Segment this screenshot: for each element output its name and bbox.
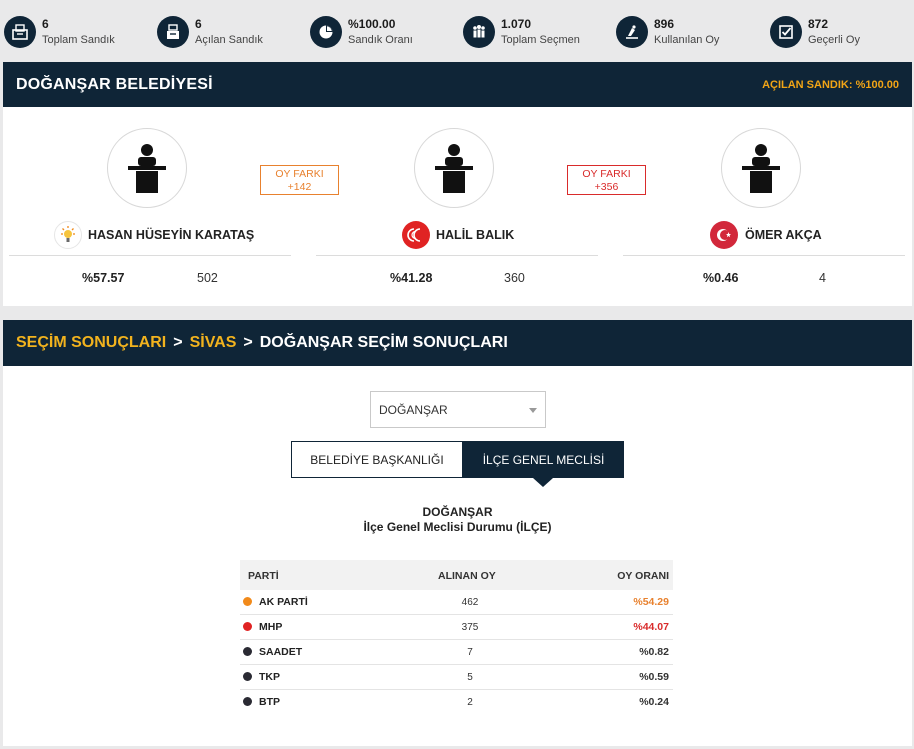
party-votes: 375 [461,622,479,633]
breadcrumb-current-page: DOĞANŞAR SEÇİM SONUÇLARI [259,334,508,351]
party-logo-icon [402,221,430,249]
tab-district-council[interactable]: İLÇE GENEL MECLİSİ [463,441,624,487]
tab-label: BELEDİYE BAŞKANLIĞI [310,452,444,467]
district-select-value: DOĞANŞAR [379,403,448,417]
results-table: PARTİ ALINAN OY OY ORANI AK PARTİ 462 %54.… [240,560,673,715]
divider [9,255,291,256]
stat-label: Geçerli Oy [808,34,860,46]
candidate-name: HASAN HÜSEYİN KARATAŞ [88,228,255,242]
active-tab-indicator [533,478,553,487]
party-color-dot [243,672,252,681]
breadcrumb-link-province[interactable]: SİVAS [190,334,237,351]
candidate-name: ÖMER AKÇA [745,228,822,242]
stat-label: Toplam Seçmen [501,34,580,46]
people-icon [463,16,495,48]
breadcrumb-separator: > [173,334,183,351]
party-color-dot [243,647,252,656]
candidate-card[interactable]: HASAN HÜSEYİN KARATAŞ %57.57 502 [9,107,291,306]
candidate-percent: %57.57 [82,271,125,285]
opened-ratio-label: AÇILAN SANDIK: %100.00 [762,79,899,91]
party-votes: 2 [467,697,473,708]
party-color-dot [243,697,252,706]
party-logo-icon [710,221,738,249]
municipality-header: DOĞANŞAR BELEDİYESİ AÇILAN SANDIK: %100.… [3,62,912,107]
candidate-votes: 360 [504,271,525,285]
results-title: DOĞANŞAR [422,505,493,519]
divider [316,255,598,256]
stat-label: Toplam Sandık [42,34,115,46]
candidate-avatar-icon [107,128,187,208]
table-row: SAADET 7 %0.82 [240,640,673,665]
pie-chart-icon [310,16,342,48]
party-votes: 7 [467,647,473,658]
party-ratio: %0.24 [639,696,669,708]
candidate-votes: 502 [197,271,218,285]
party-logo-icon [54,221,82,249]
column-header-ratio: OY ORANI [617,570,669,582]
party-votes: 5 [467,672,473,683]
candidate-avatar-icon [721,128,801,208]
table-row: MHP 375 %44.07 [240,615,673,640]
breadcrumb: SEÇİM SONUÇLARI > SİVAS > DOĞANŞAR SEÇİM SON… [3,320,912,366]
divider [623,255,905,256]
candidate-card[interactable]: ÖMER AKÇA %0.46 4 [623,107,905,306]
results-subtitle: İlçe Genel Meclisi Durumu (İLÇE) [363,520,552,534]
party-votes: 462 [461,597,479,608]
table-row: TKP 5 %0.59 [240,665,673,690]
district-select[interactable]: DOĞANŞAR [370,391,546,428]
candidate-name: HALİL BALIK [436,228,515,242]
candidate-votes: 4 [819,271,826,285]
party-ratio: %44.07 [633,621,669,633]
check-square-icon [770,16,802,48]
party-name: AK PARTİ [259,596,308,608]
stat-label: Kullanılan Oy [654,34,720,46]
summary-stats-bar: 6 Toplam Sandık 6 Açılan Sandık %100.00 … [0,0,914,60]
party-name: BTP [259,696,280,708]
party-name: SAADET [259,646,303,658]
party-color-dot [243,622,252,631]
stat-label: Sandık Oranı [348,34,413,46]
party-ratio: %0.59 [639,671,669,683]
candidate-percent: %41.28 [390,271,433,285]
ballot-box-icon [4,16,36,48]
open-ballot-box-icon [157,16,189,48]
stat-value: %100.00 [348,17,396,31]
vote-cast-icon [616,16,648,48]
party-name: MHP [259,621,283,633]
stat-value: 896 [654,17,675,31]
party-name: TKP [259,671,280,683]
stat-value: 6 [195,17,202,31]
result-tabs: BELEDİYE BAŞKANLIĞI İLÇE GENEL MECLİSİ [291,441,624,487]
party-ratio: %0.82 [639,646,669,658]
party-color-dot [243,597,252,606]
column-header-party: PARTİ [248,570,279,582]
stat-value: 1.070 [501,17,532,31]
breadcrumb-separator: > [243,334,253,351]
stat-value: 872 [808,17,829,31]
candidate-avatar-icon [414,128,494,208]
tab-mayoralty[interactable]: BELEDİYE BAŞKANLIĞI [291,441,463,478]
breadcrumb-link-election-results[interactable]: SEÇİM SONUÇLARI [16,334,166,351]
chevron-down-icon [529,408,537,413]
candidate-percent: %0.46 [703,271,739,285]
candidates-panel: HASAN HÜSEYİN KARATAŞ %57.57 502 OY FARK… [3,107,912,306]
stat-label: Açılan Sandık [195,34,263,46]
table-row: AK PARTİ 462 %54.29 [240,590,673,615]
results-panel: DOĞANŞAR BELEDİYE BAŞKANLIĞI İLÇE GENEL … [3,366,912,746]
party-ratio: %54.29 [633,596,669,608]
candidate-card[interactable]: HALİL BALIK %41.28 360 [316,107,598,306]
column-header-votes: ALINAN OY [438,570,496,582]
tab-label: İLÇE GENEL MECLİSİ [482,452,605,467]
table-header: PARTİ ALINAN OY OY ORANI [240,560,673,590]
table-row: BTP 2 %0.24 [240,690,673,715]
stat-value: 6 [42,17,49,31]
municipality-title: DOĞANŞAR BELEDİYESİ [16,76,213,93]
